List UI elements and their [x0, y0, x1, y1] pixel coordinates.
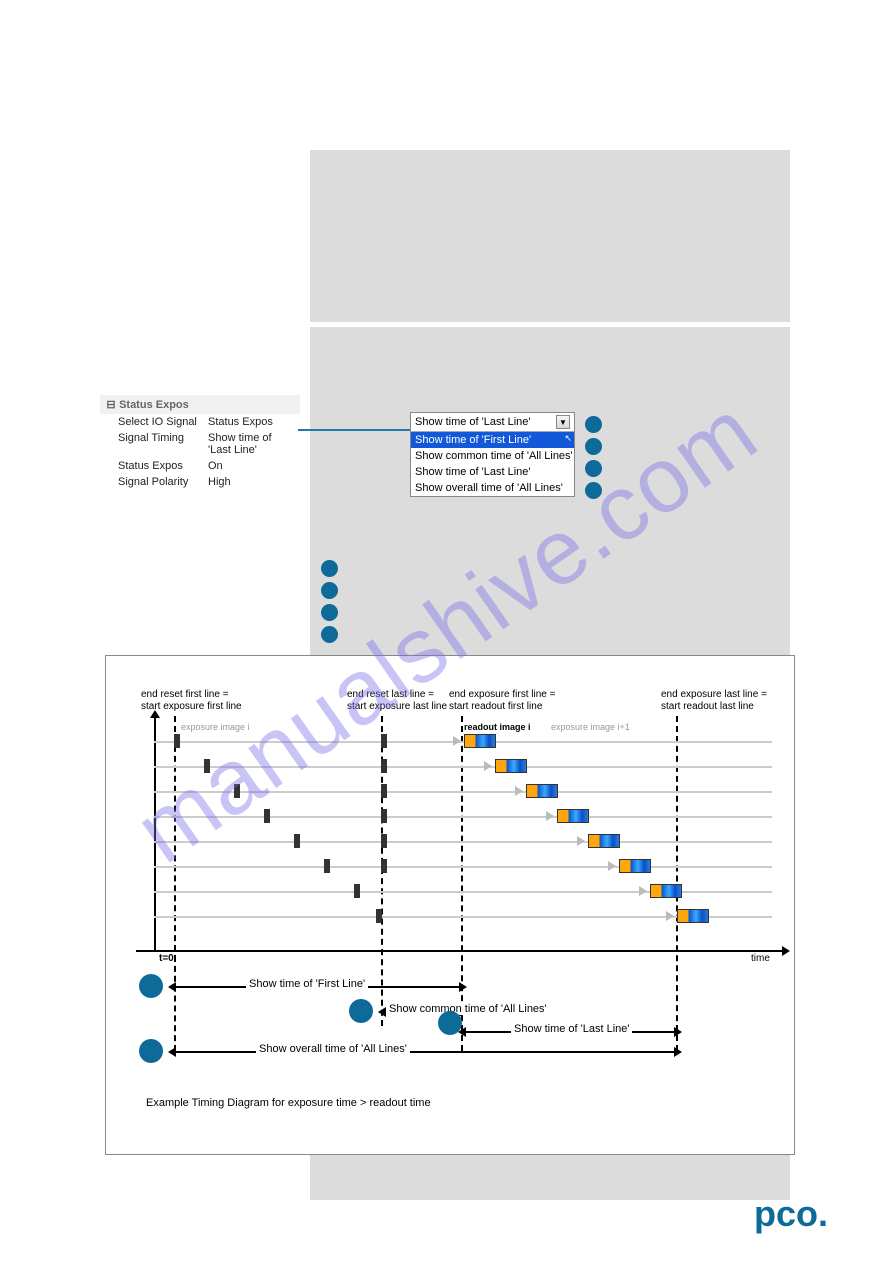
- x-axis: [136, 950, 784, 952]
- panel-key: Select IO Signal: [118, 416, 208, 428]
- panel-header[interactable]: ⊟ Status Expos: [100, 395, 300, 414]
- arrow-dot-4: [139, 1039, 163, 1063]
- panel-key: Status Expos: [118, 460, 208, 472]
- dropdown-selected-text: Show time of 'Last Line': [415, 416, 556, 428]
- dropdown-option[interactable]: Show time of 'First Line'↖: [411, 432, 574, 448]
- region-label-expo-i: exposure image i: [181, 722, 250, 732]
- arrow-overall-label: Show overall time of 'All Lines': [256, 1043, 410, 1055]
- bullet-dot: [585, 460, 602, 477]
- time-label: time: [751, 953, 770, 964]
- region-label-expo-i1: exposure image i+1: [551, 722, 630, 732]
- arrow-overall: [174, 1051, 676, 1053]
- bullet-dot: [321, 560, 338, 577]
- marker-label-1: end reset first line =start exposure fir…: [141, 689, 242, 712]
- marker-label-4: end exposure last line =start readout la…: [661, 689, 767, 712]
- page: manualshive.com ⊟ Status Expos Select IO…: [0, 0, 893, 1263]
- column-gap: [310, 322, 790, 327]
- diagram-caption: Example Timing Diagram for exposure time…: [146, 1097, 431, 1109]
- marker-label-2: end reset last line =start exposure last…: [347, 689, 447, 712]
- arrow-dot-3: [438, 1011, 462, 1035]
- chevron-down-icon[interactable]: ▼: [556, 415, 570, 429]
- arrow-common-label: Show common time of 'All Lines': [386, 1003, 550, 1015]
- dropdown-option[interactable]: Show time of 'Last Line': [411, 464, 574, 480]
- dropdown-selected[interactable]: Show time of 'Last Line' ▼: [411, 413, 574, 432]
- bullet-dot: [321, 604, 338, 621]
- bullet-dot: [321, 626, 338, 643]
- callout-connector: [298, 429, 410, 431]
- bullet-group-1: [585, 416, 602, 504]
- region-label-readout: readout image i: [464, 722, 531, 732]
- panel-key: Signal Polarity: [118, 476, 208, 488]
- timing-diagram: end reset first line =start exposure fir…: [105, 655, 795, 1155]
- arrow-first-line-label: Show time of 'First Line': [246, 978, 368, 990]
- panel-key: Signal Timing: [118, 432, 208, 456]
- signal-timing-dropdown[interactable]: Show time of 'Last Line' ▼ Show time of …: [410, 412, 575, 497]
- arrow-last-line-label: Show time of 'Last Line': [511, 1023, 632, 1035]
- panel-val[interactable]: High: [208, 476, 294, 488]
- panel-val[interactable]: Status Expos: [208, 416, 294, 428]
- arrow-dot-1: [139, 974, 163, 998]
- marker-label-3: end exposure first line =start readout f…: [449, 689, 555, 712]
- status-expos-panel: ⊟ Status Expos Select IO SignalStatus Ex…: [100, 395, 300, 490]
- t0-label: t=0: [159, 953, 174, 964]
- dropdown-options: Show time of 'First Line'↖ Show common t…: [411, 432, 574, 496]
- arrow-dot-2: [349, 999, 373, 1023]
- pco-logo: pco.: [754, 1193, 828, 1235]
- dropdown-option[interactable]: Show common time of 'All Lines': [411, 448, 574, 464]
- collapse-icon[interactable]: ⊟: [106, 398, 116, 411]
- bullet-dot: [585, 438, 602, 455]
- dropdown-option[interactable]: Show overall time of 'All Lines': [411, 480, 574, 496]
- cursor-icon: ↖: [564, 433, 572, 444]
- panel-val[interactable]: Show time of 'Last Line': [208, 432, 294, 456]
- y-axis: [154, 716, 156, 950]
- dashed-marker: [174, 956, 176, 1051]
- bullet-dot: [585, 416, 602, 433]
- panel-title: Status Expos: [119, 399, 189, 411]
- dashed-marker: [174, 716, 176, 961]
- bullet-dot: [585, 482, 602, 499]
- panel-val[interactable]: On: [208, 460, 294, 472]
- bullet-dot: [321, 582, 338, 599]
- bullet-group-2: [321, 560, 338, 648]
